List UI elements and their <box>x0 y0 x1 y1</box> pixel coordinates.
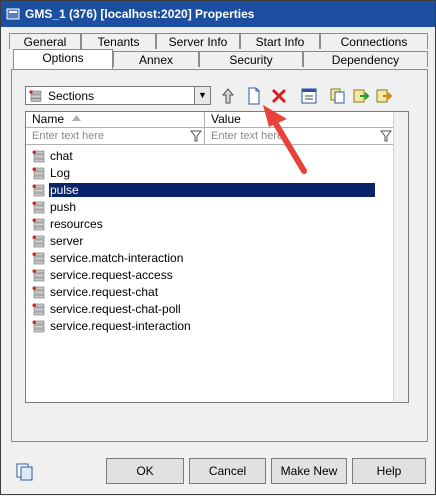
cancel-button[interactable]: Cancel <box>189 458 266 484</box>
list-item[interactable]: server <box>32 233 398 250</box>
tab-tenants[interactable]: Tenants <box>81 33 156 49</box>
export-icon[interactable] <box>375 87 393 105</box>
value-filter-input[interactable]: Enter text here <box>205 128 395 145</box>
section-icon <box>32 150 45 163</box>
new-document-icon[interactable] <box>245 87 263 105</box>
up-level-icon[interactable] <box>219 87 237 105</box>
section-icon <box>32 286 45 299</box>
sort-ascending-icon <box>72 115 81 121</box>
section-icon <box>32 235 45 248</box>
filter-icon[interactable] <box>190 130 202 142</box>
list-item[interactable]: resources <box>32 216 398 233</box>
list-item[interactable]: service.match-interaction <box>32 250 398 267</box>
copy-icon[interactable] <box>329 87 347 105</box>
list-item[interactable]: service.request-interaction <box>32 318 398 335</box>
copy-properties-icon[interactable] <box>15 462 35 482</box>
column-header-value[interactable]: Value <box>205 112 395 128</box>
help-button[interactable]: Help <box>352 458 426 484</box>
column-header-name[interactable]: Name <box>26 112 205 128</box>
ok-button[interactable]: OK <box>106 458 184 484</box>
list-item-label: resources <box>50 217 103 231</box>
tab-dependency[interactable]: Dependency <box>303 51 428 67</box>
list-item-label: Log <box>50 166 71 180</box>
list-item-label: server <box>50 234 84 248</box>
title-bar[interactable]: GMS_1 (376) [localhost:2020] Properties <box>1 1 435 27</box>
list-item[interactable]: service.request-chat-poll <box>32 301 398 318</box>
tab-options[interactable]: Options <box>13 49 113 69</box>
tab-security[interactable]: Security <box>199 51 303 67</box>
tab-start-info[interactable]: Start Info <box>240 33 320 49</box>
sections-combo-value: Sections <box>48 89 95 103</box>
properties-window: GMS_1 (376) [localhost:2020] Properties … <box>0 0 436 495</box>
list-item[interactable]: service.request-access <box>32 267 398 284</box>
section-icon <box>32 167 45 180</box>
delete-icon[interactable] <box>270 87 288 105</box>
section-icon <box>32 320 45 333</box>
list-item-label: service.request-chat-poll <box>50 302 181 316</box>
list-item[interactable]: Log <box>32 165 398 182</box>
list-item[interactable]: service.request-chat <box>32 284 398 301</box>
section-icon <box>32 303 45 316</box>
list-item-label: service.request-interaction <box>50 319 191 333</box>
make-new-button[interactable]: Make New <box>271 458 347 484</box>
section-icon <box>32 201 45 214</box>
list-item-label: service.request-chat <box>50 285 159 299</box>
tab-server-info[interactable]: Server Info <box>156 33 240 49</box>
filter-icon[interactable] <box>380 130 392 142</box>
list-item[interactable]: pulse <box>32 182 398 199</box>
sections-icon <box>29 90 42 102</box>
list-item-label: push <box>50 200 77 214</box>
section-icon <box>32 269 45 282</box>
list-item[interactable]: chat <box>32 148 398 165</box>
chevron-down-icon[interactable]: ▼ <box>194 87 210 104</box>
name-filter-input[interactable]: Enter text here <box>26 128 205 145</box>
window-title: GMS_1 (376) [localhost:2020] Properties <box>25 7 255 21</box>
list-item-label: pulse <box>49 183 375 197</box>
vertical-scrollbar[interactable] <box>393 112 408 402</box>
tab-annex[interactable]: Annex <box>113 51 199 67</box>
section-icon <box>32 218 45 231</box>
tab-connections[interactable]: Connections <box>320 33 428 49</box>
edit-icon[interactable] <box>300 87 318 105</box>
sections-combo[interactable]: Sections ▼ <box>25 86 211 105</box>
options-grid[interactable]: Name Value Enter text here Enter text he… <box>25 111 409 403</box>
list-item-label: service.request-access <box>50 268 173 282</box>
import-icon[interactable] <box>352 87 370 105</box>
section-icon <box>32 184 45 197</box>
application-icon <box>6 8 20 20</box>
tab-general[interactable]: General <box>9 33 81 49</box>
list-item[interactable]: push <box>32 199 398 216</box>
list-item-label: chat <box>50 149 73 163</box>
list-item-label: service.match-interaction <box>50 251 184 265</box>
section-icon <box>32 252 45 265</box>
